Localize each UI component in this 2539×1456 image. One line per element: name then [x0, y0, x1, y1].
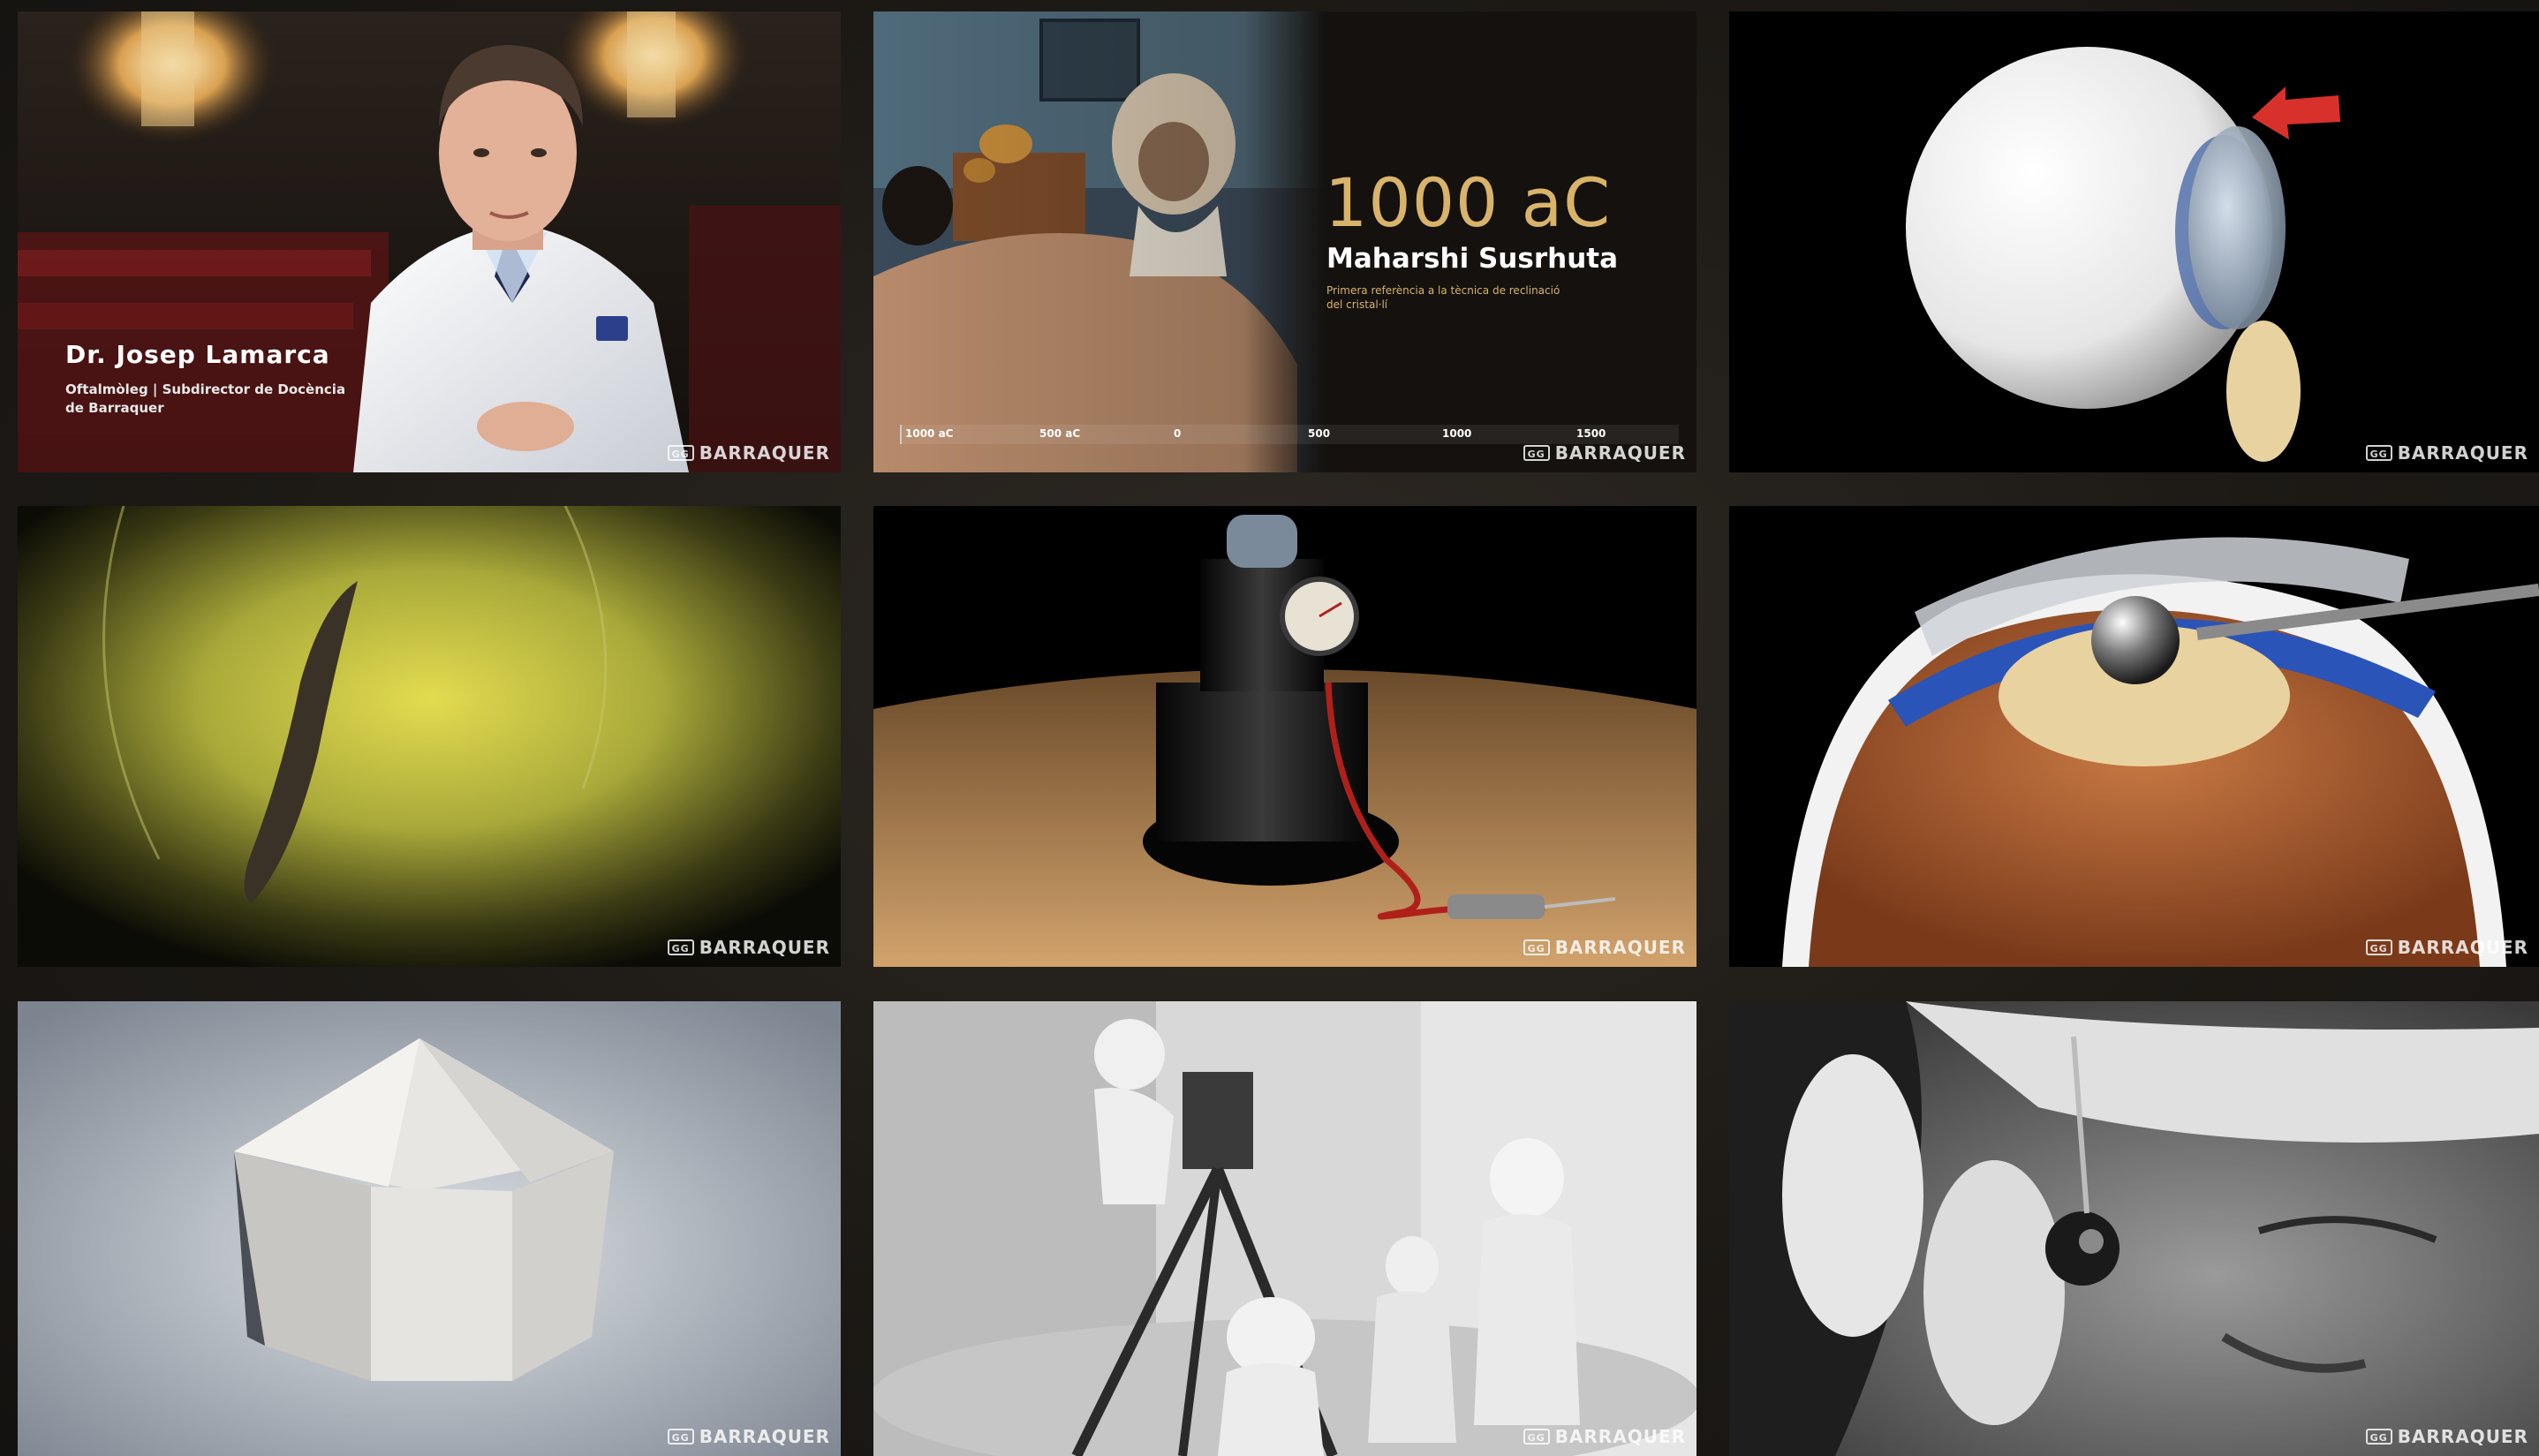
barraquer-logo-icon: GG	[2365, 939, 2392, 955]
video-thumbnail-device[interactable]: GG BARRAQUER	[873, 506, 1696, 967]
speaker-role: Oftalmòleg | Subdirector de Docència de …	[65, 381, 346, 416]
badge-icon	[596, 316, 628, 341]
device-scene	[873, 506, 1696, 967]
speaker-name: Dr. Josep Lamarca	[65, 340, 330, 369]
barraquer-watermark: GG BARRAQUER	[667, 1426, 830, 1447]
barraquer-logo-icon: GG	[1523, 445, 1550, 461]
lens-icon	[2226, 321, 2301, 462]
timeline-bar: 1000 aC 500 aC 0 500 1000 1500	[900, 425, 1679, 444]
barraquer-logo-icon: GG	[2365, 445, 2392, 461]
history-scene	[873, 11, 1696, 472]
barraquer-watermark: GG BARRAQUER	[2365, 1426, 2528, 1447]
barraquer-watermark: GG BARRAQUER	[667, 442, 830, 464]
timeline-tick: 0	[1174, 427, 1182, 440]
handpiece-icon	[1447, 894, 1545, 919]
video-thumbnail-history[interactable]: 1000 aC Maharshi Susrhuta Primera referè…	[873, 11, 1696, 472]
video-thumbnail-eyeball[interactable]: GG BARRAQUER	[1729, 11, 2539, 472]
barraquer-logo-icon: GG	[667, 445, 694, 461]
timeline-tick: 1000 aC	[905, 427, 954, 440]
timeline-tick: 1500	[1576, 427, 1606, 440]
camera-icon	[1183, 1072, 1253, 1169]
barraquer-logo-icon: GG	[667, 1429, 694, 1445]
probe-tip-icon	[2091, 596, 2180, 684]
timeline-tick: 500	[1308, 427, 1331, 440]
eye-section-scene	[1729, 506, 2539, 967]
timeline-tick: 500 aC	[1039, 427, 1081, 440]
video-thumbnail-surgery-scene[interactable]: GG BARRAQUER	[873, 1001, 1696, 1456]
eyeball-scene	[1729, 11, 2539, 472]
barraquer-logo-icon: GG	[667, 939, 694, 955]
video-thumbnail-pavilion[interactable]: GG BARRAQUER	[18, 1001, 841, 1456]
video-thumbnail-interview[interactable]: Dr. Josep Lamarca Oftalmòleg | Subdirect…	[18, 11, 841, 472]
video-thumbnail-archival-surgery[interactable]: GG BARRAQUER	[1729, 1001, 2539, 1456]
video-thumbnail-eye-section[interactable]: GG BARRAQUER	[1729, 506, 2539, 967]
barraquer-watermark: GG BARRAQUER	[667, 937, 830, 958]
video-thumbnail-microscope[interactable]: GG BARRAQUER	[18, 506, 841, 967]
historical-figure-name: Maharshi Susrhuta	[1326, 243, 1618, 275]
archival-surgery-scene	[1729, 1001, 2539, 1456]
timeline-year: 1000 aC	[1325, 163, 1612, 242]
microscope-scene	[18, 506, 841, 967]
barraquer-watermark: GG BARRAQUER	[1523, 1426, 1686, 1447]
historical-note: Primera referència a la tècnica de recli…	[1326, 284, 1560, 311]
barraquer-watermark: GG BARRAQUER	[2365, 937, 2528, 958]
barraquer-watermark: GG BARRAQUER	[2365, 442, 2528, 464]
timeline-tick: 1000	[1442, 427, 1472, 440]
barraquer-logo-icon: GG	[2365, 1429, 2392, 1445]
surgery-scene	[873, 1001, 1696, 1456]
barraquer-logo-icon: GG	[1523, 1429, 1550, 1445]
barraquer-watermark: GG BARRAQUER	[1523, 937, 1686, 958]
barraquer-watermark: GG BARRAQUER	[1523, 442, 1686, 464]
barraquer-logo-icon: GG	[1523, 939, 1550, 955]
pavilion-scene	[18, 1001, 841, 1456]
